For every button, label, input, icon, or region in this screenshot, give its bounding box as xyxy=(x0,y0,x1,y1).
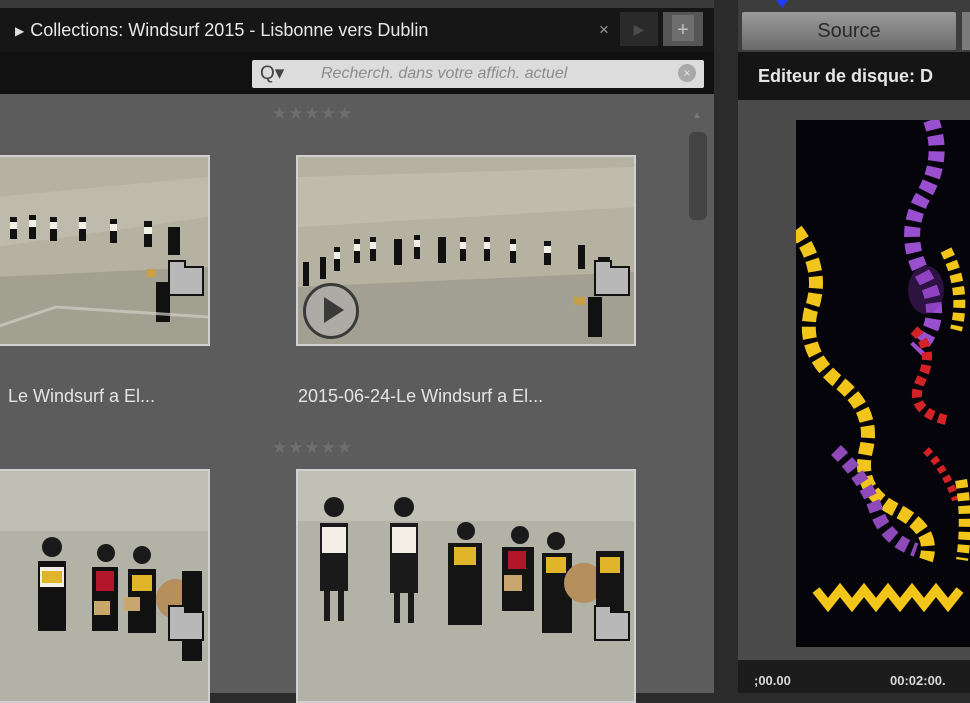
folder-icon xyxy=(168,605,204,641)
drop-marker-icon xyxy=(776,0,788,8)
media-caption: 2015-06-24-Le Windsurf a El... xyxy=(298,386,544,406)
folder-icon xyxy=(594,260,630,296)
media-thumbnail[interactable] xyxy=(296,469,636,703)
source-tab[interactable]: Source xyxy=(742,12,956,50)
next-tab-edge[interactable] xyxy=(962,12,970,50)
collection-title: Collections: Windsurf 2015 - Lisbonne ve… xyxy=(30,20,429,40)
media-thumbnail[interactable] xyxy=(0,155,210,346)
folder-icon xyxy=(594,605,630,641)
thumbnail-image xyxy=(0,157,208,344)
rating-stars[interactable]: ★★★★★ xyxy=(272,438,353,458)
expand-arrow-icon[interactable]: ▶ xyxy=(15,24,24,38)
media-caption: Le Windsurf a El... xyxy=(8,386,156,406)
search-icon[interactable]: Q▾ xyxy=(260,63,292,85)
timeline-mark-label: 00:02:00. xyxy=(890,673,946,688)
add-to-disc-button[interactable]: + xyxy=(663,12,703,46)
thumbnail-image xyxy=(0,471,208,701)
scroll-up-icon[interactable]: ▲ xyxy=(690,110,704,122)
preview-image xyxy=(796,120,970,647)
timeline-start-label: ;00.00 xyxy=(754,673,791,688)
editor-title: Editeur de disque: D xyxy=(758,66,934,86)
panel-divider[interactable] xyxy=(714,0,738,693)
play-icon[interactable] xyxy=(303,283,359,339)
rating-stars[interactable]: ★★★★★ xyxy=(272,104,353,124)
disc-preview[interactable] xyxy=(796,120,970,647)
media-thumbnail[interactable] xyxy=(296,155,636,346)
folder-icon xyxy=(168,260,204,296)
tab-forward-button[interactable]: ▶ xyxy=(620,12,658,46)
thumbnail-image xyxy=(298,471,634,701)
search-placeholder[interactable]: Recherch. dans votre affich. actuel xyxy=(321,60,671,88)
add-icon: + xyxy=(672,15,694,41)
close-tab-icon[interactable]: × xyxy=(593,8,615,52)
media-thumbnail[interactable] xyxy=(0,469,210,703)
clear-search-icon[interactable]: × xyxy=(678,64,696,82)
scrollbar-thumb[interactable] xyxy=(689,132,707,220)
collection-tab[interactable]: ▶ Collections: Windsurf 2015 - Lisbonne v… xyxy=(0,8,625,52)
